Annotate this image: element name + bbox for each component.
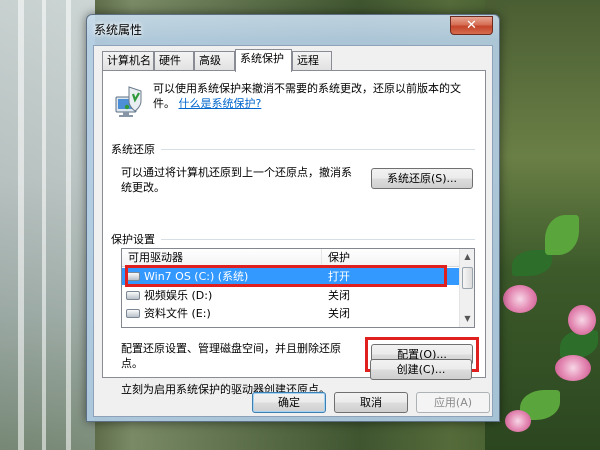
- background-streak: [42, 0, 46, 450]
- close-button[interactable]: ✕: [450, 16, 493, 35]
- drive-list[interactable]: 可用驱动器 保护 Win7 OS (C:) (系统) 打开 视频娱乐 (D:) …: [121, 248, 475, 328]
- drive-row-e[interactable]: 资料文件 (E:) 关闭: [122, 305, 460, 322]
- dialog-client-area: 计算机名 硬件 高级 系统保护 远程 可以使用系统保护来撤消不需要的系统更改，还…: [93, 45, 493, 417]
- system-properties-window: 系统属性 ✕ 计算机名 硬件 高级 系统保护 远程 可以使用系统保护来撤消不需要…: [86, 14, 500, 422]
- title-bar[interactable]: 系统属性 ✕: [87, 15, 499, 43]
- drive-list-scrollbar[interactable]: ▲ ▼: [459, 249, 474, 327]
- group-divider: [161, 239, 475, 240]
- background-flower: [503, 285, 537, 313]
- background-streak: [66, 0, 71, 450]
- system-protection-icon: [115, 86, 142, 117]
- drive-protection-status: 关闭: [328, 307, 350, 320]
- tab-computer-name[interactable]: 计算机名: [102, 51, 154, 71]
- window-title: 系统属性: [94, 23, 143, 37]
- drive-icon: [126, 309, 140, 318]
- tab-remote[interactable]: 远程: [292, 51, 332, 71]
- drive-icon: [126, 291, 140, 300]
- tab-hardware[interactable]: 硬件: [154, 51, 194, 71]
- drive-name: 视频娱乐 (D:): [144, 289, 213, 302]
- intro-text: 可以使用系统保护来撤消不需要的系统更改，还原以前版本的文件。 什么是系统保护?: [153, 81, 473, 111]
- system-restore-button[interactable]: 系统还原(S)...: [371, 168, 473, 189]
- scroll-up-arrow-icon[interactable]: ▲: [460, 249, 474, 265]
- drive-protection-status: 关闭: [328, 289, 350, 302]
- background-streak: [18, 0, 24, 450]
- background-flower: [505, 410, 531, 432]
- configure-description: 配置还原设置、管理磁盘空间，并且删除还原点。: [121, 342, 341, 370]
- highlight-box-selected-drive: [125, 265, 447, 287]
- cancel-button[interactable]: 取消: [334, 392, 408, 413]
- ok-button[interactable]: 确定: [252, 392, 326, 413]
- background-flower: [555, 355, 591, 381]
- system-restore-description: 可以通过将计算机还原到上一个还原点，撤消系统更改。: [121, 166, 352, 194]
- group-divider: [161, 149, 475, 150]
- drive-name: 资料文件 (E:): [144, 307, 211, 320]
- system-protection-panel: 可以使用系统保护来撤消不需要的系统更改，还原以前版本的文件。 什么是系统保护? …: [102, 70, 486, 396]
- create-button[interactable]: 创建(C)...: [370, 359, 472, 380]
- scrollbar-thumb[interactable]: [462, 267, 473, 289]
- background-foliage: [485, 0, 600, 450]
- what-is-system-protection-link[interactable]: 什么是系统保护?: [179, 97, 262, 110]
- system-restore-group-title: 系统还原: [111, 141, 159, 157]
- apply-button[interactable]: 应用(A): [416, 392, 490, 413]
- background-waterfall: [0, 0, 95, 450]
- tab-advanced[interactable]: 高级: [194, 51, 235, 71]
- tab-system-protection[interactable]: 系统保护: [235, 49, 292, 72]
- protection-settings-group-title: 保护设置: [111, 231, 159, 247]
- background-flower: [568, 305, 596, 335]
- scroll-down-arrow-icon[interactable]: ▼: [460, 311, 474, 327]
- drive-row-d[interactable]: 视频娱乐 (D:) 关闭: [122, 287, 460, 304]
